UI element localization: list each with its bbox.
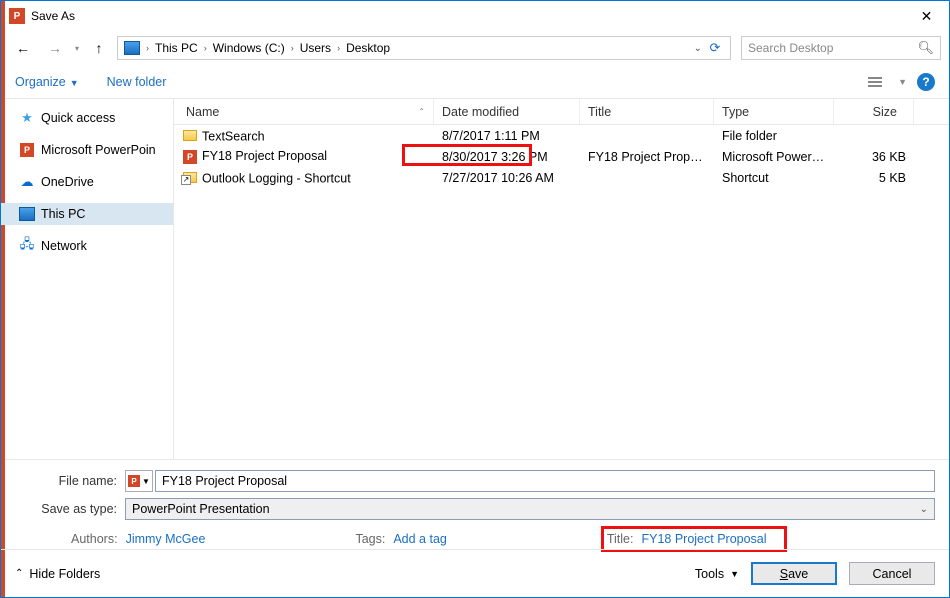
star-icon: ★: [19, 110, 35, 126]
chevron-right-icon[interactable]: ›: [335, 43, 342, 53]
refresh-button[interactable]: ⟳: [706, 39, 724, 57]
tags-label: Tags:: [355, 532, 385, 546]
sidebar-item-this-pc[interactable]: This PC: [1, 203, 173, 225]
network-icon: 🖧: [19, 238, 35, 254]
column-date[interactable]: Date modified: [434, 99, 580, 124]
sidebar-item-network[interactable]: 🖧 Network: [1, 235, 173, 257]
powerpoint-icon: P: [19, 142, 35, 158]
folder-icon: [182, 127, 198, 143]
file-list: Name⌃ Date modified Title Type Size Text…: [173, 99, 949, 459]
sidebar-item-quick-access[interactable]: ★ Quick access: [1, 107, 173, 129]
crumb-desktop[interactable]: Desktop: [342, 41, 394, 55]
navigation-pane: ★ Quick access P Microsoft PowerPoin ☁ O…: [1, 99, 173, 459]
file-row[interactable]: Outlook Logging - Shortcut 7/27/2017 10:…: [174, 167, 949, 188]
save-button[interactable]: Save: [751, 562, 837, 585]
file-name-label: File name:: [15, 474, 125, 488]
history-dropdown[interactable]: ▾: [75, 44, 79, 53]
shortcut-icon: [182, 169, 198, 185]
column-type[interactable]: Type: [714, 99, 834, 124]
save-as-type-label: Save as type:: [15, 502, 125, 516]
forward-button: →: [41, 36, 69, 60]
tags-value[interactable]: Add a tag: [393, 532, 447, 546]
new-folder-button[interactable]: New folder: [107, 75, 167, 89]
powerpoint-icon: P: [182, 149, 198, 165]
sidebar-item-onedrive[interactable]: ☁ OneDrive: [1, 171, 173, 193]
save-as-type-dropdown[interactable]: PowerPoint Presentation⌄: [125, 498, 935, 520]
search-icon: 🔍︎: [917, 40, 934, 56]
file-row[interactable]: PFY18 Project Proposal 8/30/2017 3:26 PM…: [174, 146, 949, 167]
help-button[interactable]: ?: [917, 73, 935, 91]
close-button[interactable]: ✕: [904, 1, 949, 31]
address-dropdown[interactable]: ⌄: [694, 43, 702, 54]
crumb-this-pc[interactable]: This PC: [151, 41, 202, 55]
cancel-button[interactable]: Cancel: [849, 562, 935, 585]
chevron-right-icon[interactable]: ›: [144, 43, 151, 53]
chevron-right-icon[interactable]: ›: [202, 43, 209, 53]
tools-menu[interactable]: Tools▼: [695, 567, 739, 581]
pc-icon: [19, 206, 35, 222]
up-button[interactable]: ↑: [85, 36, 113, 60]
file-type-icon-picker[interactable]: P▼: [125, 470, 153, 492]
crumb-users[interactable]: Users: [296, 41, 335, 55]
powerpoint-app-icon: P: [9, 8, 25, 24]
onedrive-icon: ☁: [19, 174, 35, 190]
view-options-button[interactable]: [868, 73, 888, 91]
column-size[interactable]: Size: [834, 99, 914, 124]
column-title[interactable]: Title: [580, 99, 714, 124]
chevron-right-icon[interactable]: ›: [289, 43, 296, 53]
chevron-up-icon: ⌃: [15, 568, 23, 579]
sidebar-item-powerpoint[interactable]: P Microsoft PowerPoin: [1, 139, 173, 161]
file-name-input[interactable]: [155, 470, 935, 492]
address-bar[interactable]: › This PC › Windows (C:) › Users › Deskt…: [117, 36, 731, 60]
window-title: Save As: [31, 9, 904, 23]
file-row[interactable]: TextSearch 8/7/2017 1:11 PM File folder: [174, 125, 949, 146]
back-button[interactable]: ←: [9, 36, 37, 60]
search-placeholder: Search Desktop: [748, 41, 833, 55]
crumb-drive[interactable]: Windows (C:): [209, 41, 289, 55]
hide-folders-button[interactable]: ⌃ Hide Folders: [15, 567, 100, 581]
column-name[interactable]: Name⌃: [174, 99, 434, 124]
annotation-highlight: [402, 144, 532, 166]
search-input[interactable]: Search Desktop 🔍︎: [741, 36, 941, 60]
authors-value[interactable]: Jimmy McGee: [126, 532, 206, 546]
pc-icon: [124, 41, 140, 55]
view-dropdown-icon[interactable]: ▼: [898, 77, 907, 87]
authors-label: Authors:: [71, 532, 118, 546]
organize-menu[interactable]: Organize▼: [15, 75, 79, 89]
